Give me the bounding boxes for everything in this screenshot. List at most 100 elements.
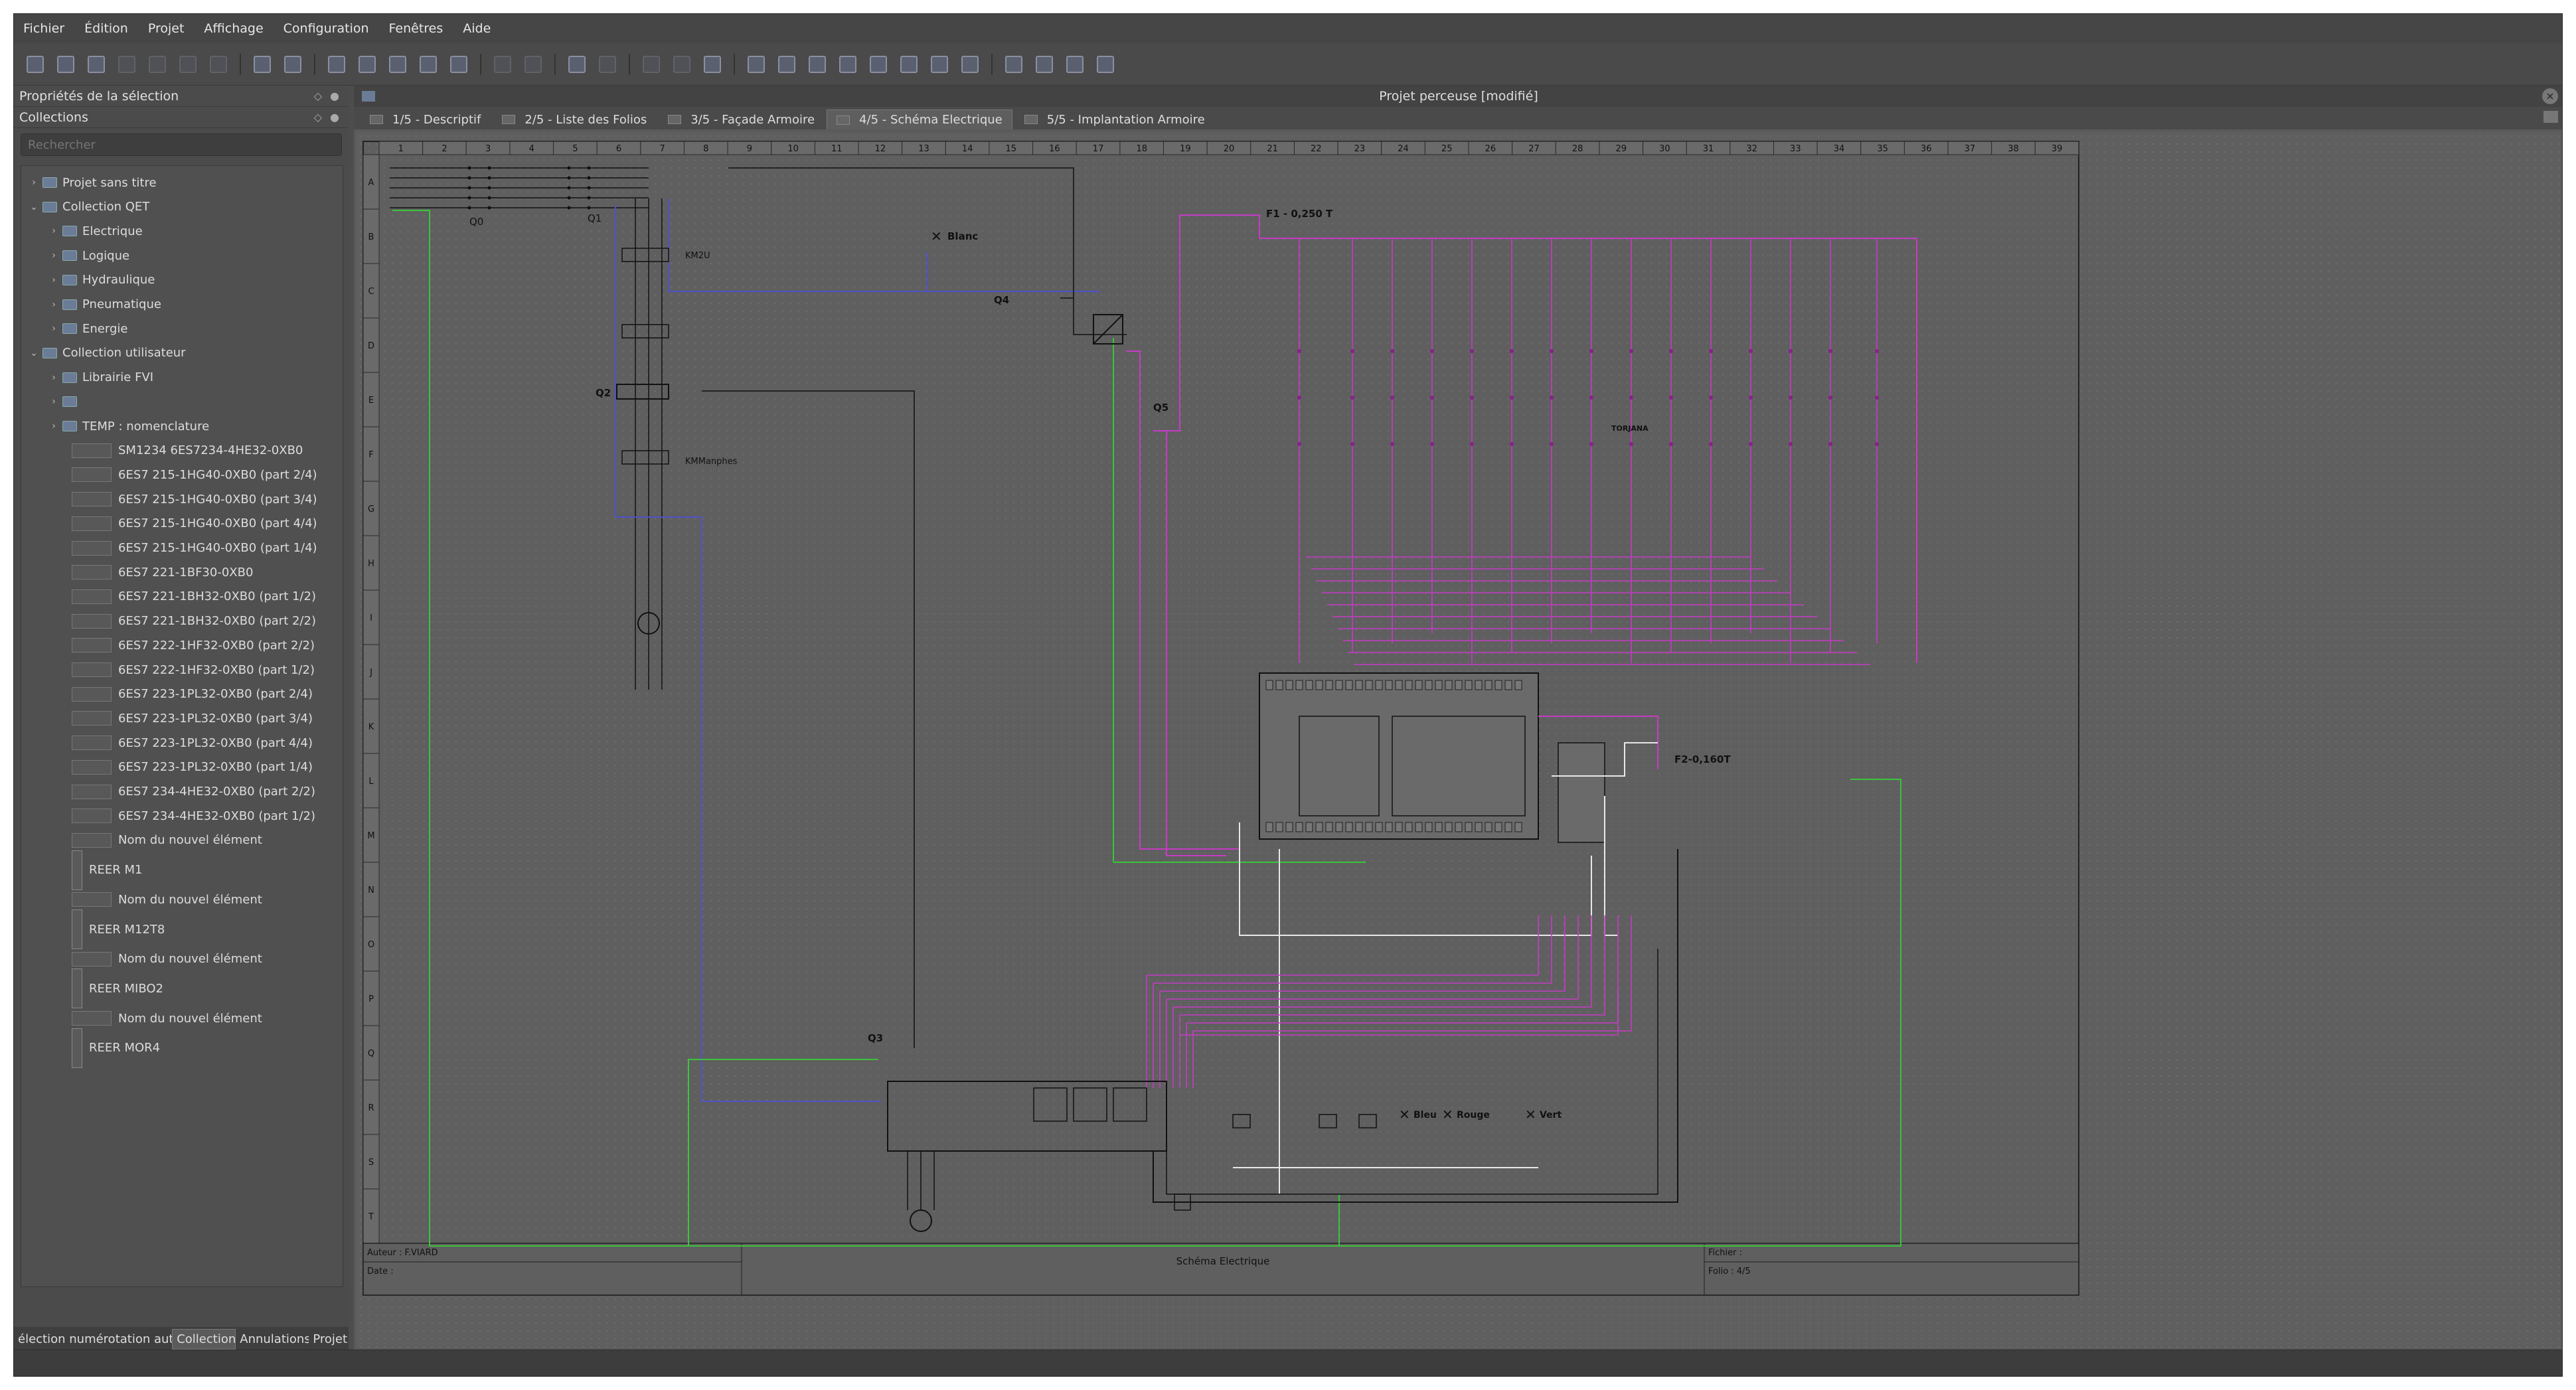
signal-wire-pink[interactable] <box>1259 238 1917 663</box>
paste-icon[interactable] <box>383 50 412 79</box>
float-icon[interactable]: ◇ <box>314 111 322 123</box>
collection-tree-item[interactable]: 6ES7 221-1BH32-0XB0 (part 2/2) <box>69 610 316 633</box>
folio-tab-2[interactable]: 2/5 - Liste des Folios <box>493 110 656 129</box>
control-wire-blue[interactable] <box>668 198 928 292</box>
output-wire-pink[interactable] <box>1180 915 1605 1016</box>
collection-tree-item[interactable]: 6ES7 215-1HG40-0XB0 (part 1/4) <box>69 537 317 560</box>
collection-tree-item[interactable]: › TEMP : nomenclature <box>49 415 209 437</box>
rectangle-icon[interactable] <box>894 50 924 79</box>
collection-tree-item[interactable]: › Electrique <box>49 220 143 242</box>
dock-tab-0[interactable]: élection numérotation auto <box>14 1330 172 1349</box>
collection-tree-item[interactable]: 6ES7 223-1PL32-0XB0 (part 4/4) <box>69 732 313 754</box>
collection-tree-item[interactable]: 6ES7 215-1HG40-0XB0 (part 4/4) <box>69 512 317 535</box>
collection-tree-item[interactable]: 6ES7 222-1HF32-0XB0 (part 1/2) <box>69 658 315 681</box>
collection-tree-item[interactable]: 6ES7 222-1HF32-0XB0 (part 2/2) <box>69 634 315 656</box>
folio-list-icon[interactable] <box>2543 111 2558 123</box>
output-wire-pink[interactable] <box>1193 915 1632 1032</box>
signal-wire-pink[interactable] <box>1153 430 1226 856</box>
collection-tree-item[interactable]: REER MOR4 <box>69 1028 160 1068</box>
menu-fichier[interactable]: Fichier <box>23 21 64 36</box>
collection-tree-item[interactable]: 6ES7 223-1PL32-0XB0 (part 1/4) <box>69 756 313 779</box>
delete-icon[interactable] <box>414 50 443 79</box>
collection-tree-item[interactable]: ⌄ Collection QET <box>29 196 149 218</box>
collection-tree-item[interactable]: REER M1 <box>69 850 142 890</box>
menu-aide[interactable]: Aide <box>463 21 491 36</box>
expand-arrow-icon[interactable]: ⌄ <box>29 202 39 212</box>
menu-fenêtres[interactable]: Fenêtres <box>389 21 443 36</box>
raise-icon[interactable] <box>1030 50 1059 79</box>
control-wire-blue[interactable] <box>615 205 702 1101</box>
run-icon[interactable] <box>488 50 517 79</box>
collection-tree-item[interactable]: REER M12T8 <box>69 909 165 949</box>
undo-icon[interactable] <box>248 50 277 79</box>
dock-tab-2[interactable]: Annulations <box>236 1330 309 1349</box>
export-icon[interactable] <box>204 50 233 79</box>
wire-black[interactable] <box>702 390 915 1048</box>
wire-black[interactable] <box>1073 298 1127 335</box>
collection-search-input[interactable] <box>21 133 342 156</box>
select-icon[interactable] <box>593 50 622 79</box>
table-icon[interactable] <box>772 50 801 79</box>
polygon-icon[interactable] <box>955 50 985 79</box>
signal-wire-pink[interactable] <box>1153 214 1260 431</box>
bring-front-icon[interactable] <box>999 50 1028 79</box>
output-wire-pink[interactable] <box>1147 915 1539 976</box>
border-icon[interactable] <box>667 50 696 79</box>
folio-tab-5[interactable]: 5/5 - Implantation Armoire <box>1015 110 1214 129</box>
collection-tree-item[interactable]: 6ES7 215-1HG40-0XB0 (part 2/4) <box>69 463 317 486</box>
send-back-icon[interactable] <box>1091 50 1120 79</box>
collapse-arrow-icon[interactable]: › <box>49 275 58 285</box>
output-wire-pink[interactable] <box>1160 915 1566 992</box>
wire-black[interactable] <box>1153 849 1678 1203</box>
collection-tree-item[interactable]: Nom du nouvel élément <box>69 888 262 911</box>
collection-tree-item[interactable]: › <box>49 390 82 413</box>
collapse-arrow-icon[interactable]: › <box>49 250 58 261</box>
open-icon[interactable] <box>51 50 80 79</box>
collection-tree-item[interactable]: › Projet sans titre <box>29 171 156 194</box>
collection-tree-item[interactable]: › Pneumatique <box>49 293 161 316</box>
collection-tree-item[interactable]: › Hydraulique <box>49 269 155 291</box>
collapse-arrow-icon[interactable]: › <box>49 372 58 383</box>
close-icon[interactable]: ● <box>330 111 339 123</box>
menu-affichage[interactable]: Affichage <box>204 21 263 36</box>
collection-tree-item[interactable]: 6ES7 215-1HG40-0XB0 (part 3/4) <box>69 488 317 510</box>
output-wire-pink[interactable] <box>1180 988 1619 1036</box>
save-icon[interactable] <box>82 50 111 79</box>
output-wire-pink[interactable] <box>1173 915 1592 1008</box>
grid-icon[interactable] <box>637 50 666 79</box>
save-as-icon[interactable] <box>112 50 141 79</box>
collection-tree-item[interactable]: 6ES7 221-1BF30-0XB0 <box>69 561 253 583</box>
lower-icon[interactable] <box>1060 50 1089 79</box>
collection-tree-item[interactable]: Nom du nouvel élément <box>69 829 262 852</box>
toggle-color-icon[interactable] <box>562 50 592 79</box>
close-window-icon[interactable]: × <box>2542 88 2558 104</box>
signal-wire-pink[interactable] <box>1127 350 1240 850</box>
redo-icon[interactable] <box>278 50 307 79</box>
collapse-arrow-icon[interactable]: › <box>49 323 58 334</box>
print-icon[interactable] <box>173 50 202 79</box>
zoom-fit-icon[interactable] <box>519 50 548 79</box>
earth-wire-green[interactable] <box>878 779 1901 1247</box>
menu-configuration[interactable]: Configuration <box>283 21 369 36</box>
collapse-arrow-icon[interactable]: › <box>49 226 58 236</box>
collection-tree-item[interactable]: REER MIBO2 <box>69 968 163 1009</box>
collection-tree-item[interactable]: 6ES7 234-4HE32-0XB0 (part 2/2) <box>69 781 315 803</box>
schematic-drawing[interactable]: 1 2 3 4 5 6 7 8 9 10 11 12 13 14 15 16 17 18 19 20 21 22 23 24 2… <box>357 132 2561 1348</box>
output-wire-pink[interactable] <box>1153 915 1552 984</box>
line-icon[interactable] <box>864 50 893 79</box>
collection-tree-item[interactable]: 6ES7 221-1BH32-0XB0 (part 1/2) <box>69 585 316 608</box>
collection-tree[interactable]: › Projet sans titre ⌄ Collection QET › Electr… <box>21 165 343 1287</box>
cut-icon[interactable] <box>322 50 351 79</box>
ellipse-icon[interactable] <box>925 50 954 79</box>
float-icon[interactable]: ◇ <box>314 90 322 102</box>
folio-tab-1[interactable]: 1/5 - Descriptif <box>361 110 490 129</box>
schematic-canvas[interactable]: 1 2 3 4 5 6 7 8 9 10 11 12 13 14 15 16 17 18 19 20 21 22 23 24 2… <box>357 132 2561 1348</box>
dock-tab-3[interactable]: Projet <box>309 1330 349 1349</box>
collection-tree-item[interactable]: › Logique <box>49 244 129 267</box>
folio-tab-3[interactable]: 3/5 - Façade Armoire <box>659 110 824 129</box>
wire-white[interactable] <box>1604 796 1618 936</box>
close-icon[interactable]: ● <box>330 90 339 102</box>
copy-icon[interactable] <box>353 50 382 79</box>
collection-tree-item[interactable]: › Librairie FVI <box>49 366 153 389</box>
add-folio-icon[interactable] <box>698 50 727 79</box>
